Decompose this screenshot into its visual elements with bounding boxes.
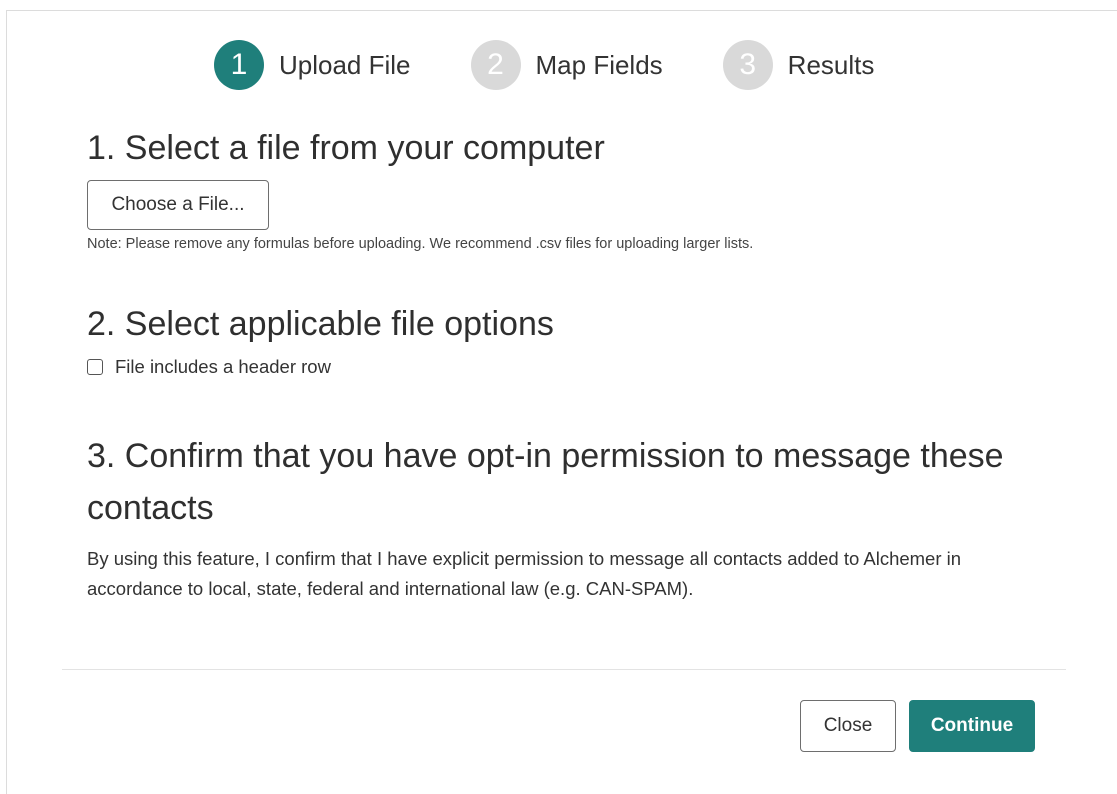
section-file-options: 2. Select applicable file options File i…	[87, 300, 1017, 378]
section-select-file: 1. Select a file from your computer Choo…	[87, 124, 1017, 252]
header-row-option[interactable]: File includes a header row	[87, 356, 1017, 378]
step-number-3: 3	[722, 40, 773, 90]
step-upload-file: 1 Upload File	[214, 40, 411, 90]
header-row-checkbox[interactable]	[87, 359, 103, 375]
opt-in-confirmation-text: By using this feature, I confirm that I …	[87, 548, 962, 599]
section-title-file-options: 2. Select applicable file options	[87, 305, 554, 343]
step-label-results: Results	[787, 49, 875, 80]
step-label-map-fields: Map Fields	[535, 49, 663, 80]
continue-button[interactable]: Continue	[909, 700, 1035, 752]
header-row-checkbox-label[interactable]: File includes a header row	[115, 356, 331, 378]
step-map-fields: 2 Map Fields	[470, 40, 663, 90]
close-button[interactable]: Close	[800, 700, 896, 752]
modal-content: 1. Select a file from your computer Choo…	[87, 124, 1017, 604]
section-title-opt-in: 3. Confirm that you have opt-in permissi…	[87, 437, 1004, 527]
footer-divider	[62, 669, 1066, 670]
section-opt-in-permission: 3. Confirm that you have opt-in permissi…	[87, 430, 1017, 604]
choose-file-button[interactable]: Choose a File...	[87, 180, 269, 230]
step-number-2: 2	[470, 40, 521, 90]
step-number-1: 1	[214, 40, 264, 90]
upload-note: Note: Please remove any formulas before …	[87, 236, 754, 252]
step-results: 3 Results	[722, 40, 875, 90]
section-title-select-file: 1. Select a file from your computer	[87, 129, 605, 167]
step-label-upload-file: Upload File	[279, 49, 411, 80]
stepper: 1 Upload File 2 Map Fields 3 Results	[214, 40, 934, 90]
